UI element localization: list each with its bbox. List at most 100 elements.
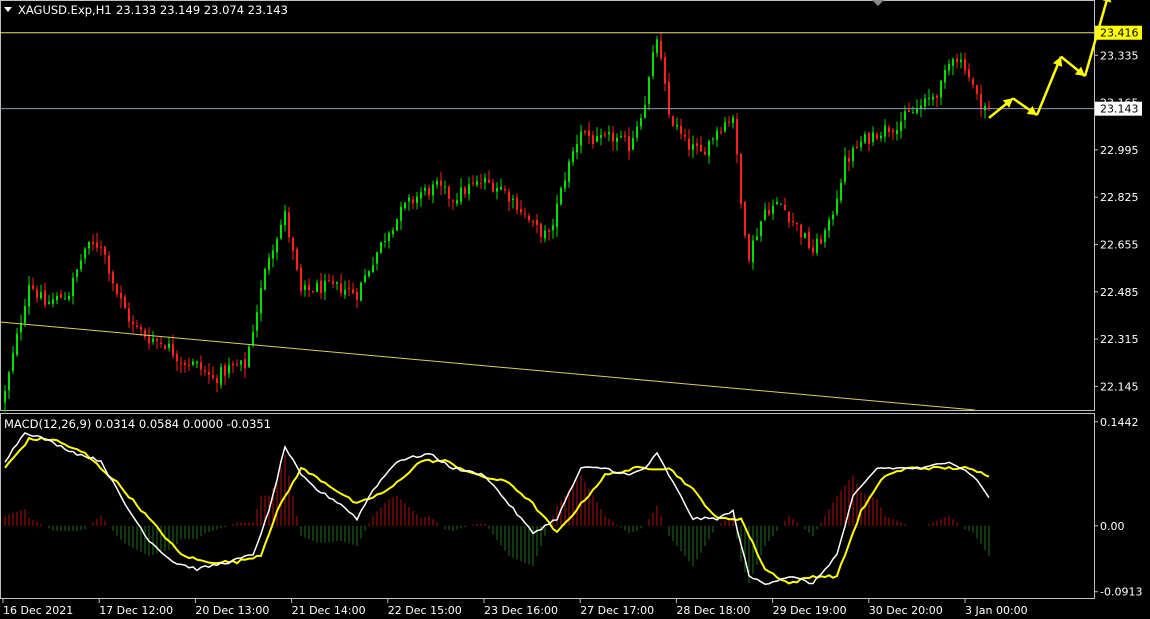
candle-body <box>512 198 514 201</box>
y-tick-label: 22.315 <box>1100 333 1139 346</box>
candle[interactable] <box>248 344 250 369</box>
candle[interactable] <box>300 263 302 296</box>
candle-body <box>92 242 94 244</box>
candle-body <box>972 79 974 85</box>
candle-body <box>712 138 714 140</box>
candle-body <box>804 233 806 239</box>
candle-body <box>528 215 530 221</box>
candle-body <box>172 343 174 356</box>
candle-body <box>872 132 874 143</box>
candle[interactable] <box>672 115 674 127</box>
candle-body <box>684 134 686 137</box>
candle-body <box>696 143 698 147</box>
candle-body <box>84 248 86 259</box>
candle-body <box>428 187 430 196</box>
candle-body <box>224 365 226 376</box>
candle-body <box>644 105 646 118</box>
candle-body <box>56 295 58 301</box>
x-tick-label: 22 Dec 15:00 <box>388 604 462 617</box>
candle[interactable] <box>360 281 362 302</box>
trading-chart[interactable]: 23.33523.16522.99522.82522.65522.48522.3… <box>0 0 1150 619</box>
candle-body <box>412 199 414 203</box>
candle[interactable] <box>560 186 562 206</box>
candle-body <box>380 241 382 253</box>
candle-body <box>200 362 202 370</box>
candle-body <box>752 240 754 263</box>
y-tick-label: 22.145 <box>1100 380 1139 393</box>
candle-body <box>8 372 10 391</box>
candle-body <box>304 285 306 291</box>
candle-body <box>120 293 122 299</box>
candle-body <box>300 267 302 291</box>
candle-body <box>984 105 986 111</box>
candle-body <box>720 131 722 133</box>
candle-body <box>836 198 838 214</box>
candle-body <box>756 236 758 240</box>
candle-body <box>568 161 570 182</box>
candle-body <box>960 59 962 62</box>
candle-body <box>968 69 970 78</box>
x-tick-label: 29 Dec 19:00 <box>773 604 847 617</box>
candle-body <box>268 257 270 270</box>
candle-body <box>240 360 242 365</box>
candle-body <box>844 156 846 182</box>
candle-body <box>256 312 258 331</box>
candle-body <box>848 157 850 162</box>
candle-body <box>924 98 926 107</box>
candle-body <box>600 135 602 138</box>
candle-body <box>508 191 510 202</box>
candle-body <box>608 132 610 135</box>
candle-body <box>468 184 470 195</box>
candle[interactable] <box>740 152 742 209</box>
candle-body <box>144 330 146 337</box>
candle-body <box>328 280 330 282</box>
candle-body <box>876 133 878 139</box>
y-tick-label: 23.335 <box>1100 49 1139 62</box>
candle-body <box>500 186 502 190</box>
candle-body <box>948 63 950 71</box>
candle-body <box>204 370 206 372</box>
candle-body <box>940 80 942 98</box>
macd-tick-label: 0.1442 <box>1100 416 1139 429</box>
x-tick-label: 16 Dec 2021 <box>3 604 73 617</box>
candle-body <box>140 327 142 330</box>
candle-body <box>436 180 438 185</box>
candle-body <box>988 105 990 108</box>
candle-body <box>728 121 730 123</box>
candle[interactable] <box>264 267 266 291</box>
candle-body <box>20 323 22 333</box>
candle-body <box>856 146 858 149</box>
candle-body <box>464 187 466 195</box>
candle-body <box>904 111 906 120</box>
candle[interactable] <box>396 218 398 232</box>
candle-body <box>816 238 818 253</box>
candle-body <box>732 117 734 123</box>
candle-body <box>400 206 402 221</box>
candle-body <box>620 135 622 137</box>
candle-body <box>884 125 886 137</box>
current-price-label: 23.143 <box>1100 103 1139 116</box>
candle[interactable] <box>748 233 750 264</box>
candle-body <box>784 204 786 211</box>
candle-body <box>132 321 134 325</box>
candle-body <box>560 187 562 205</box>
candle-body <box>108 255 110 274</box>
ohlc-values: 23.133 23.149 23.074 23.143 <box>116 3 288 17</box>
candle-body <box>264 269 266 290</box>
candle[interactable] <box>780 203 782 205</box>
candle-body <box>748 234 750 261</box>
candle-body <box>12 353 14 371</box>
candle[interactable] <box>296 246 298 272</box>
candle[interactable] <box>744 201 746 239</box>
candle[interactable] <box>380 241 382 255</box>
candle-body <box>776 202 778 205</box>
candle-body <box>580 131 582 146</box>
candle-body <box>64 298 66 300</box>
candle-body <box>160 342 162 344</box>
candle-body <box>588 130 590 136</box>
candle-body <box>476 181 478 185</box>
candle[interactable] <box>804 232 806 239</box>
candle-body <box>280 224 282 239</box>
candle-body <box>792 221 794 223</box>
candle-body <box>668 81 670 115</box>
